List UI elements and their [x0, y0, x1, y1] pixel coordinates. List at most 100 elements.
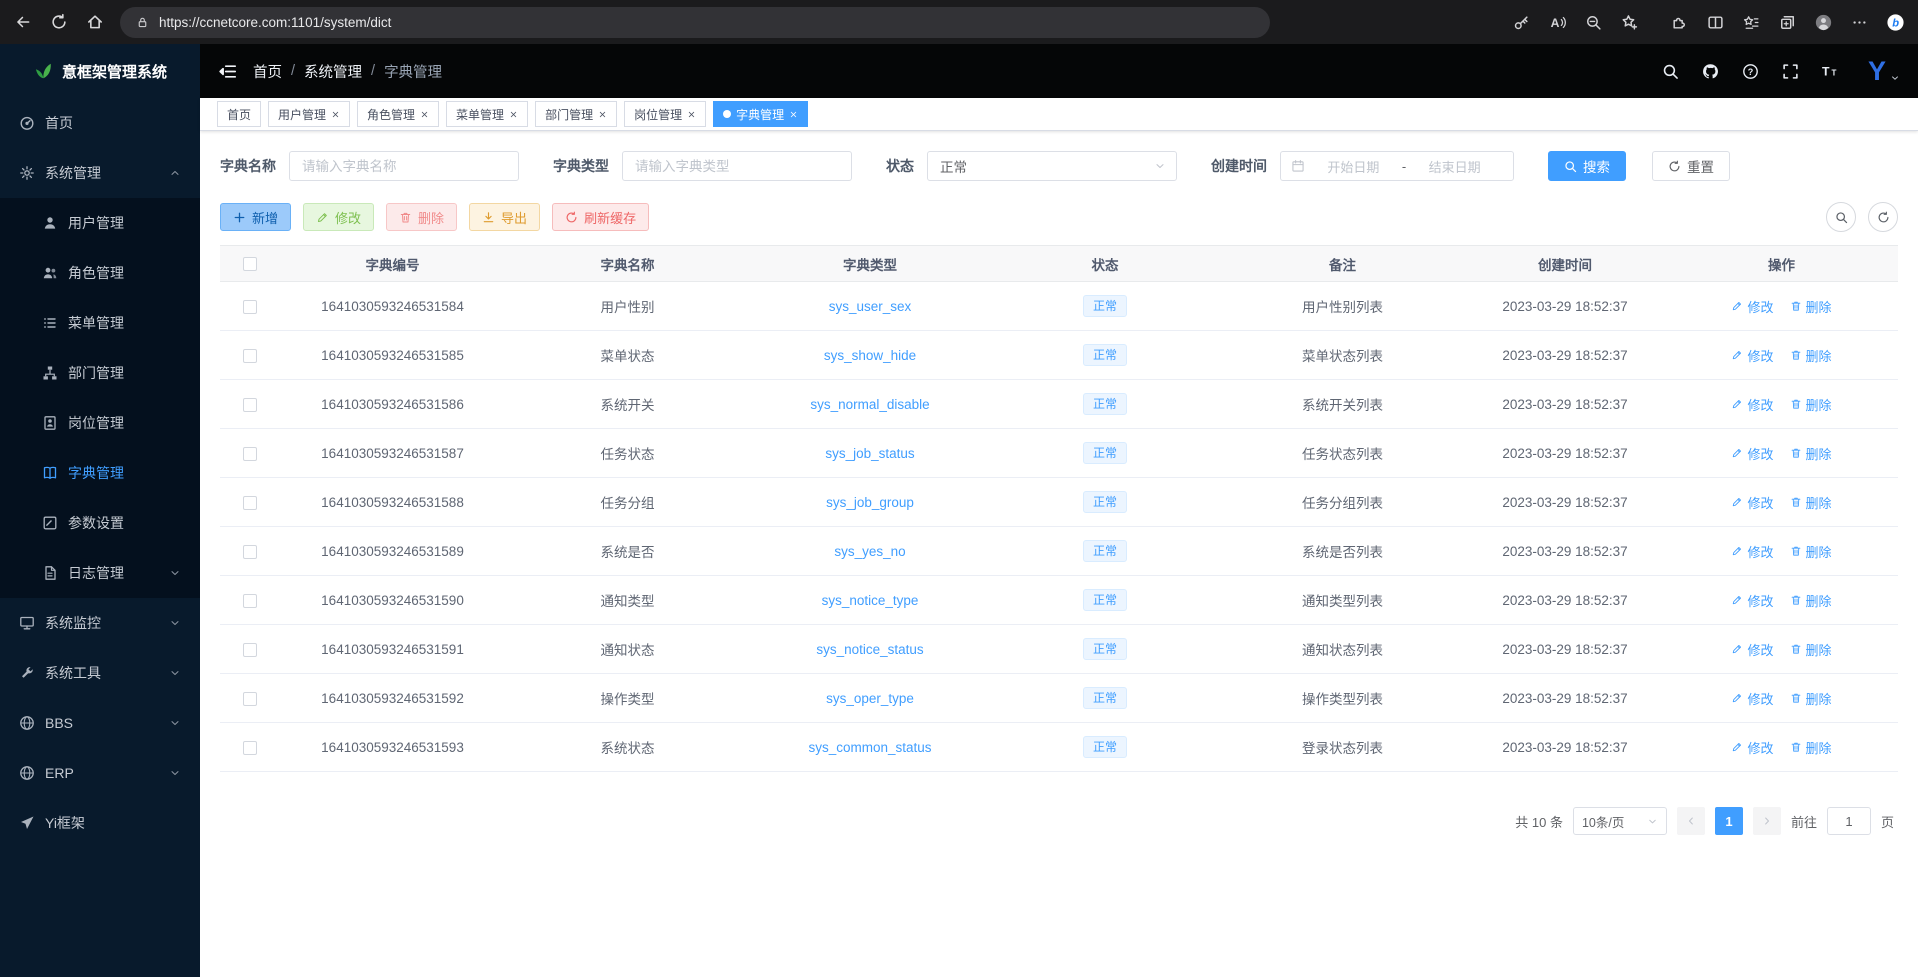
- close-icon[interactable]: [509, 110, 518, 119]
- read-aloud-icon[interactable]: A: [1549, 14, 1566, 31]
- browser-refresh-icon[interactable]: [50, 13, 68, 31]
- edit-row-link[interactable]: 修改: [1731, 346, 1773, 365]
- browser-menu-icon[interactable]: [1851, 14, 1868, 31]
- row-checkbox[interactable]: [243, 594, 257, 608]
- zoom-out-icon[interactable]: [1585, 14, 1602, 31]
- row-checkbox[interactable]: [243, 545, 257, 559]
- row-checkbox[interactable]: [243, 643, 257, 657]
- row-checkbox[interactable]: [243, 741, 257, 755]
- refresh-table-button[interactable]: [1868, 202, 1898, 232]
- address-bar[interactable]: https://ccnetcore.com:1101/system/dict: [120, 7, 1270, 38]
- date-range-picker[interactable]: 开始日期 - 结束日期: [1280, 151, 1514, 181]
- page-size-select[interactable]: 10条/页: [1573, 807, 1667, 835]
- delete-row-link[interactable]: 删除: [1790, 395, 1832, 414]
- add-favorite-icon[interactable]: [1621, 14, 1638, 31]
- sidebar-item-monitor[interactable]: 系统监控: [0, 598, 200, 648]
- edit-button[interactable]: 修改: [303, 203, 374, 231]
- fullscreen-icon[interactable]: [1782, 63, 1799, 80]
- select-all-checkbox[interactable]: [243, 257, 257, 271]
- collections-icon[interactable]: [1779, 14, 1796, 31]
- sidebar-item-posts[interactable]: 岗位管理: [0, 398, 200, 448]
- tab-post-mgmt[interactable]: 岗位管理: [624, 101, 706, 127]
- extensions-icon[interactable]: [1671, 14, 1688, 31]
- edit-row-link[interactable]: 修改: [1731, 444, 1773, 463]
- breadcrumb-home[interactable]: 首页: [253, 61, 282, 82]
- user-avatar-menu[interactable]: Y: [1868, 60, 1900, 83]
- edit-row-link[interactable]: 修改: [1731, 738, 1773, 757]
- dict-type-link[interactable]: sys_job_group: [826, 495, 914, 510]
- delete-row-link[interactable]: 删除: [1790, 640, 1832, 659]
- delete-row-link[interactable]: 删除: [1790, 346, 1832, 365]
- tab-home[interactable]: 首页: [217, 101, 261, 127]
- delete-row-link[interactable]: 删除: [1790, 591, 1832, 610]
- search-icon[interactable]: [1662, 63, 1679, 80]
- sidebar-item-yi[interactable]: Yi框架: [0, 798, 200, 848]
- delete-row-link[interactable]: 删除: [1790, 493, 1832, 512]
- github-icon[interactable]: [1702, 63, 1719, 80]
- sidebar-item-logs[interactable]: 日志管理: [0, 548, 200, 598]
- profile-avatar[interactable]: [1815, 14, 1832, 31]
- edit-row-link[interactable]: 修改: [1731, 297, 1773, 316]
- app-logo[interactable]: 意框架管理系统: [0, 44, 200, 98]
- delete-button[interactable]: 删除: [386, 203, 457, 231]
- delete-row-link[interactable]: 删除: [1790, 738, 1832, 757]
- tab-user-mgmt[interactable]: 用户管理: [268, 101, 350, 127]
- next-page-button[interactable]: [1753, 807, 1781, 835]
- row-checkbox[interactable]: [243, 398, 257, 412]
- sidebar-item-system[interactable]: 系统管理: [0, 148, 200, 198]
- dict-type-link[interactable]: sys_job_status: [825, 446, 914, 461]
- tab-menu-mgmt[interactable]: 菜单管理: [446, 101, 528, 127]
- edit-row-link[interactable]: 修改: [1731, 493, 1773, 512]
- dict-type-link[interactable]: sys_notice_type: [822, 593, 919, 608]
- edit-row-link[interactable]: 修改: [1731, 640, 1773, 659]
- sidebar-item-roles[interactable]: 角色管理: [0, 248, 200, 298]
- sidebar-item-tools[interactable]: 系统工具: [0, 648, 200, 698]
- split-screen-icon[interactable]: [1707, 14, 1724, 31]
- toggle-search-button[interactable]: [1826, 202, 1856, 232]
- dict-type-link[interactable]: sys_yes_no: [834, 544, 905, 559]
- dict-type-link[interactable]: sys_user_sex: [829, 299, 912, 314]
- help-icon[interactable]: ?: [1742, 63, 1759, 80]
- menu-fold-icon[interactable]: [218, 62, 237, 81]
- tab-dept-mgmt[interactable]: 部门管理: [535, 101, 617, 127]
- key-icon[interactable]: [1513, 14, 1530, 31]
- close-icon[interactable]: [687, 110, 696, 119]
- sidebar-item-menus[interactable]: 菜单管理: [0, 298, 200, 348]
- edit-row-link[interactable]: 修改: [1731, 542, 1773, 561]
- row-checkbox[interactable]: [243, 692, 257, 706]
- tab-role-mgmt[interactable]: 角色管理: [357, 101, 439, 127]
- jump-page-input[interactable]: [1827, 807, 1871, 835]
- bing-chat-icon[interactable]: b: [1887, 14, 1904, 31]
- add-button[interactable]: 新增: [220, 203, 291, 231]
- delete-row-link[interactable]: 删除: [1790, 444, 1832, 463]
- refresh-cache-button[interactable]: 刷新缓存: [552, 203, 649, 231]
- sidebar-item-bbs[interactable]: BBS: [0, 698, 200, 748]
- sidebar-item-users[interactable]: 用户管理: [0, 198, 200, 248]
- delete-row-link[interactable]: 删除: [1790, 297, 1832, 316]
- reset-button[interactable]: 重置: [1652, 151, 1730, 181]
- dict-type-link[interactable]: sys_common_status: [808, 740, 931, 755]
- page-number-button[interactable]: 1: [1715, 807, 1743, 835]
- row-checkbox[interactable]: [243, 300, 257, 314]
- row-checkbox[interactable]: [243, 496, 257, 510]
- close-icon[interactable]: [598, 110, 607, 119]
- edit-row-link[interactable]: 修改: [1731, 689, 1773, 708]
- browser-back-icon[interactable]: [14, 13, 32, 31]
- close-icon[interactable]: [789, 110, 798, 119]
- dict-type-link[interactable]: sys_notice_status: [816, 642, 923, 657]
- search-button[interactable]: 搜索: [1548, 151, 1626, 181]
- edit-row-link[interactable]: 修改: [1731, 591, 1773, 610]
- sidebar-item-params[interactable]: 参数设置: [0, 498, 200, 548]
- dict-type-link[interactable]: sys_show_hide: [824, 348, 916, 363]
- close-icon[interactable]: [331, 110, 340, 119]
- dict-type-link[interactable]: sys_normal_disable: [810, 397, 929, 412]
- tab-dict-mgmt[interactable]: 字典管理: [713, 101, 808, 127]
- favorites-icon[interactable]: [1743, 14, 1760, 31]
- export-button[interactable]: 导出: [469, 203, 540, 231]
- dict-type-link[interactable]: sys_oper_type: [826, 691, 914, 706]
- row-checkbox[interactable]: [243, 447, 257, 461]
- sidebar-item-dict[interactable]: 字典管理: [0, 448, 200, 498]
- delete-row-link[interactable]: 删除: [1790, 542, 1832, 561]
- prev-page-button[interactable]: [1677, 807, 1705, 835]
- sidebar-item-home[interactable]: 首页: [0, 98, 200, 148]
